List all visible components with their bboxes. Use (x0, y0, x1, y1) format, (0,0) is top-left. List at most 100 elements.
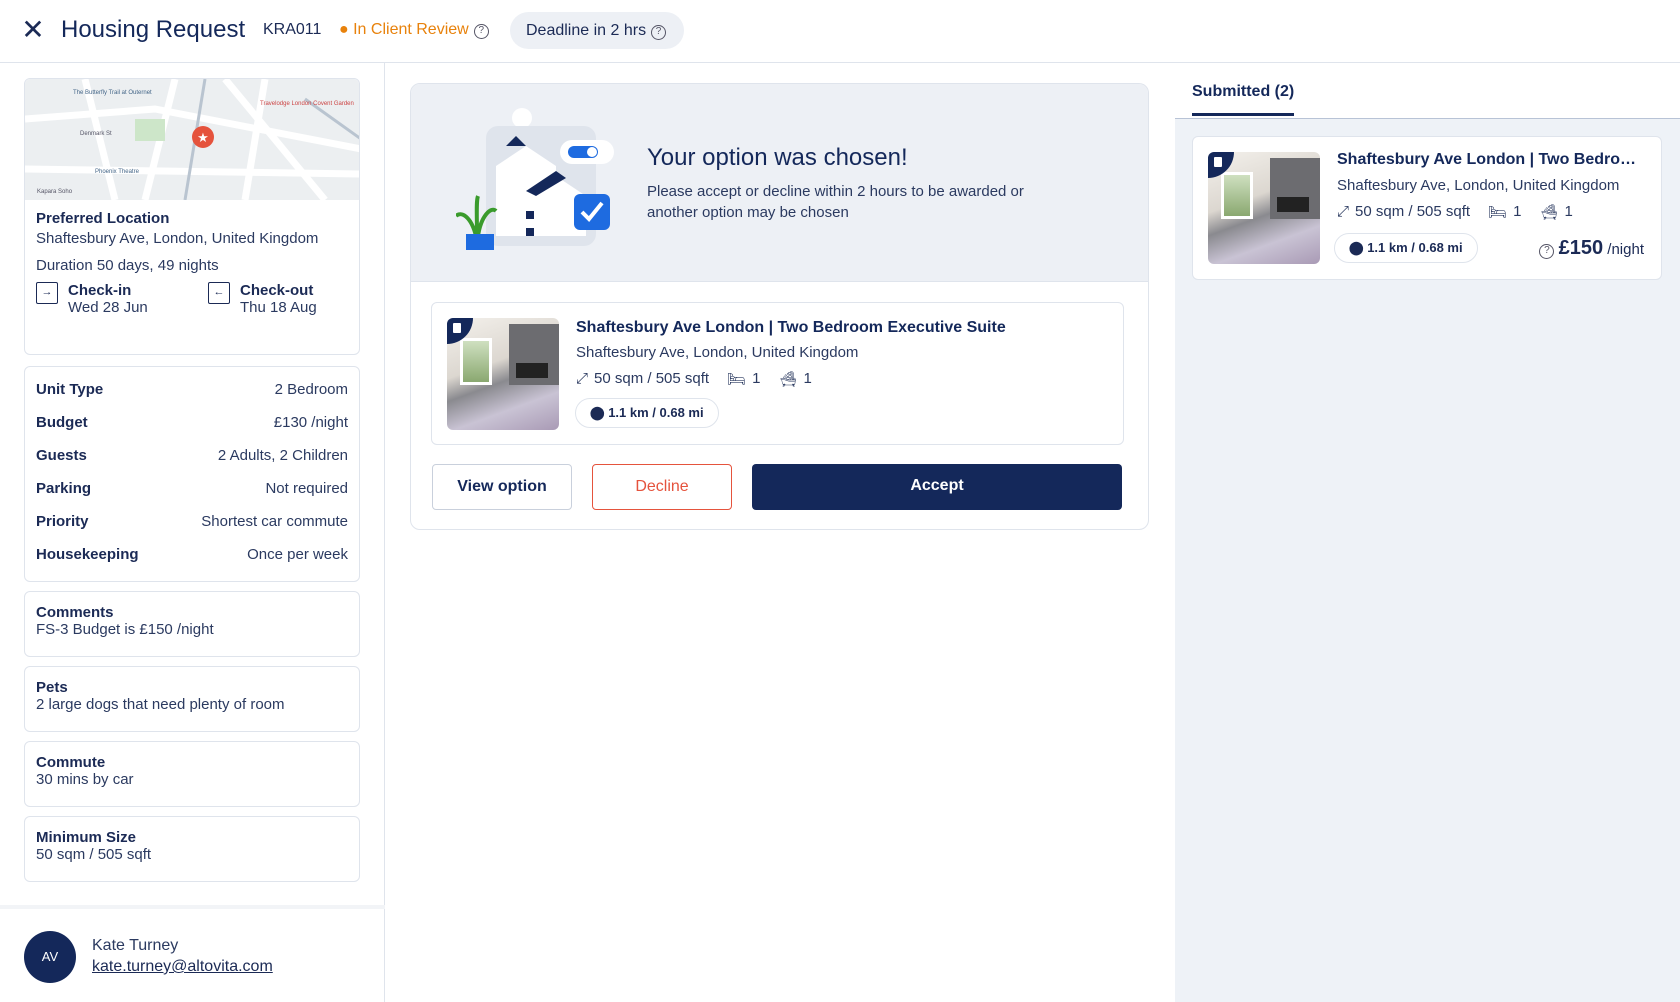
submitted-size: 50 sqm / 505 sqft (1355, 203, 1471, 220)
banner-text: Please accept or decline within 2 hours … (647, 183, 1024, 221)
detail-label: Budget (36, 414, 88, 431)
detail-label: Unit Type (36, 381, 104, 398)
property-photo (1208, 152, 1320, 264)
status-text: In Client Review (353, 21, 469, 38)
distance-text: 1.1 km / 0.68 mi (1367, 240, 1463, 255)
submitted-option-card[interactable]: Shaftesbury Ave London | Two Bedroom Exe… (1192, 136, 1662, 280)
close-icon[interactable]: ✕ (20, 16, 46, 44)
view-option-button[interactable]: View option (432, 464, 572, 510)
submitted-title: Shaftesbury Ave London | Two Bedroom Exe… (1337, 151, 1637, 168)
page-title: Housing Request (61, 16, 246, 43)
checkout-label: Check-out (240, 282, 314, 299)
detail-label: Priority (36, 513, 89, 530)
map-label: The Butterfly Trail at Outernet (73, 90, 152, 96)
help-icon[interactable]: ? (651, 25, 667, 40)
submitted-beds: 1 (1513, 203, 1522, 220)
submitted-specs: ⤢ 50 sqm / 505 sqft 🛏︎ 1 🛁︎ 1 (1337, 203, 1573, 221)
detail-label: Guests (36, 447, 87, 464)
option-specs: ⤢ 50 sqm / 505 sqft 🛏︎ 1 🛁︎ 1 (576, 370, 812, 388)
pets-card: Pets 2 large dogs that need plenty of roo… (24, 666, 360, 732)
submitted-address: Shaftesbury Ave, London, United Kingdom (1337, 177, 1620, 194)
checkin-label: Check-in (68, 282, 132, 299)
option-title: Shaftesbury Ave London | Two Bedroom Exe… (576, 319, 1006, 336)
tab-bar: Submitted (2) (1175, 63, 1680, 119)
submitted-panel: Submitted (2) Shaftesbury Ave London | T… (1175, 63, 1680, 1002)
location-pin-icon: ⬤ (590, 405, 605, 420)
option-chosen-panel: Your option was chosen! Please accept or… (410, 83, 1149, 530)
deadline-text: Deadline in 2 hrs (526, 22, 647, 39)
detail-row: Unit Type 2 Bedroom (25, 373, 359, 406)
option-beds: 1 (752, 370, 761, 387)
checkout-date: Thu 18 Aug (240, 299, 317, 316)
detail-value: Shortest car commute (201, 513, 348, 530)
details-card: Unit Type 2 Bedroom Budget £130 /night Gue… (24, 366, 360, 582)
preferred-location: Shaftesbury Ave, London, United Kingdom (36, 230, 319, 247)
note-value: FS-3 Budget is £150 /night (36, 621, 214, 638)
map-label: Phoenix Theatre (95, 169, 140, 175)
note-value: 2 large dogs that need plenty of room (36, 696, 285, 713)
detail-row: Priority Shortest car commute (25, 505, 359, 538)
map-label: Travelodge London Covent Garden (260, 101, 354, 107)
detail-row: Budget £130 /night (25, 406, 359, 439)
option-card[interactable]: Shaftesbury Ave London | Two Bedroom Exe… (431, 302, 1124, 445)
location-card: ★ The Butterfly Trail at Outernet Travel… (24, 78, 360, 355)
preferred-location-label: Preferred Location (36, 210, 170, 227)
avatar: AV (24, 931, 76, 983)
checkout: ← Check-out Thu 18 Aug (208, 282, 317, 316)
checkin: → Check-in Wed 28 Jun (36, 282, 208, 316)
banner: Your option was chosen! Please accept or… (411, 84, 1148, 282)
detail-value: Once per week (247, 546, 348, 563)
accept-button[interactable]: Accept (752, 464, 1122, 510)
detail-value: 2 Adults, 2 Children (217, 447, 348, 464)
map-graphic: ★ The Butterfly Trail at Outernet Travel… (25, 79, 359, 200)
option-baths: 1 (803, 370, 812, 387)
location-pin-icon: ⬤ (1349, 240, 1364, 255)
help-icon[interactable]: ? (473, 24, 489, 39)
detail-value: £130 /night (273, 414, 348, 431)
bath-icon: 🛁︎ (1539, 204, 1559, 221)
note-label: Comments (36, 604, 114, 621)
note-value: 50 sqm / 505 sqft (36, 846, 152, 863)
bath-icon: 🛁︎ (778, 371, 798, 388)
property-photo (447, 318, 559, 430)
request-sidebar: ★ The Butterfly Trail at Outernet Travel… (0, 63, 385, 1002)
submitted-baths: 1 (1564, 203, 1573, 220)
banner-title: Your option was chosen! (647, 144, 908, 171)
user-footer: AV Kate Turney kate.turney@altovita.com (0, 905, 385, 1002)
decline-button[interactable]: Decline (592, 464, 732, 510)
note-label: Pets (36, 679, 68, 696)
detail-row: Guests 2 Adults, 2 Children (25, 439, 359, 472)
detail-value: Not required (265, 480, 348, 497)
calendar-checkin-icon: → (36, 282, 58, 304)
price: ? £150 /night (1534, 237, 1644, 260)
duration: Duration 50 days, 49 nights (36, 257, 219, 274)
location-map[interactable]: ★ The Butterfly Trail at Outernet Travel… (25, 79, 359, 200)
user-name: Kate Turney (92, 937, 179, 954)
distance-chip: ⬤ 1.1 km / 0.68 mi (1334, 233, 1478, 263)
bed-icon: 🛏︎ (727, 371, 747, 388)
option-address: Shaftesbury Ave, London, United Kingdom (576, 344, 859, 361)
svg-text:★: ★ (197, 130, 209, 145)
request-code: KRA011 (263, 21, 322, 38)
price-value: £150 (1558, 237, 1604, 259)
map-label: Denmark St (80, 131, 112, 137)
map-label: Kapara Soho (37, 189, 73, 195)
note-label: Commute (36, 754, 106, 771)
comments-card: Comments FS-3 Budget is £150 /night (24, 591, 360, 657)
help-icon[interactable]: ? (1539, 244, 1555, 259)
detail-label: Housekeeping (36, 546, 139, 563)
distance-chip: ⬤ 1.1 km / 0.68 mi (575, 398, 719, 428)
resize-icon: ⤢ (1337, 203, 1350, 220)
header: ✕ Housing Request KRA011 ● In Client Rev… (0, 0, 1680, 63)
note-value: 30 mins by car (36, 771, 134, 788)
detail-row: Housekeeping Once per week (25, 538, 359, 571)
price-unit: /night (1607, 241, 1644, 258)
tab-submitted[interactable]: Submitted (2) (1192, 83, 1295, 116)
calendar-checkout-icon: ← (208, 282, 230, 304)
user-email-link[interactable]: kate.turney@altovita.com (92, 958, 273, 976)
detail-row: Parking Not required (25, 472, 359, 505)
minimum-size-card: Minimum Size 50 sqm / 505 sqft (24, 816, 360, 882)
option-size: 50 sqm / 505 sqft (594, 370, 710, 387)
illustration-house-icon (456, 108, 614, 250)
detail-value: 2 Bedroom (274, 381, 348, 398)
